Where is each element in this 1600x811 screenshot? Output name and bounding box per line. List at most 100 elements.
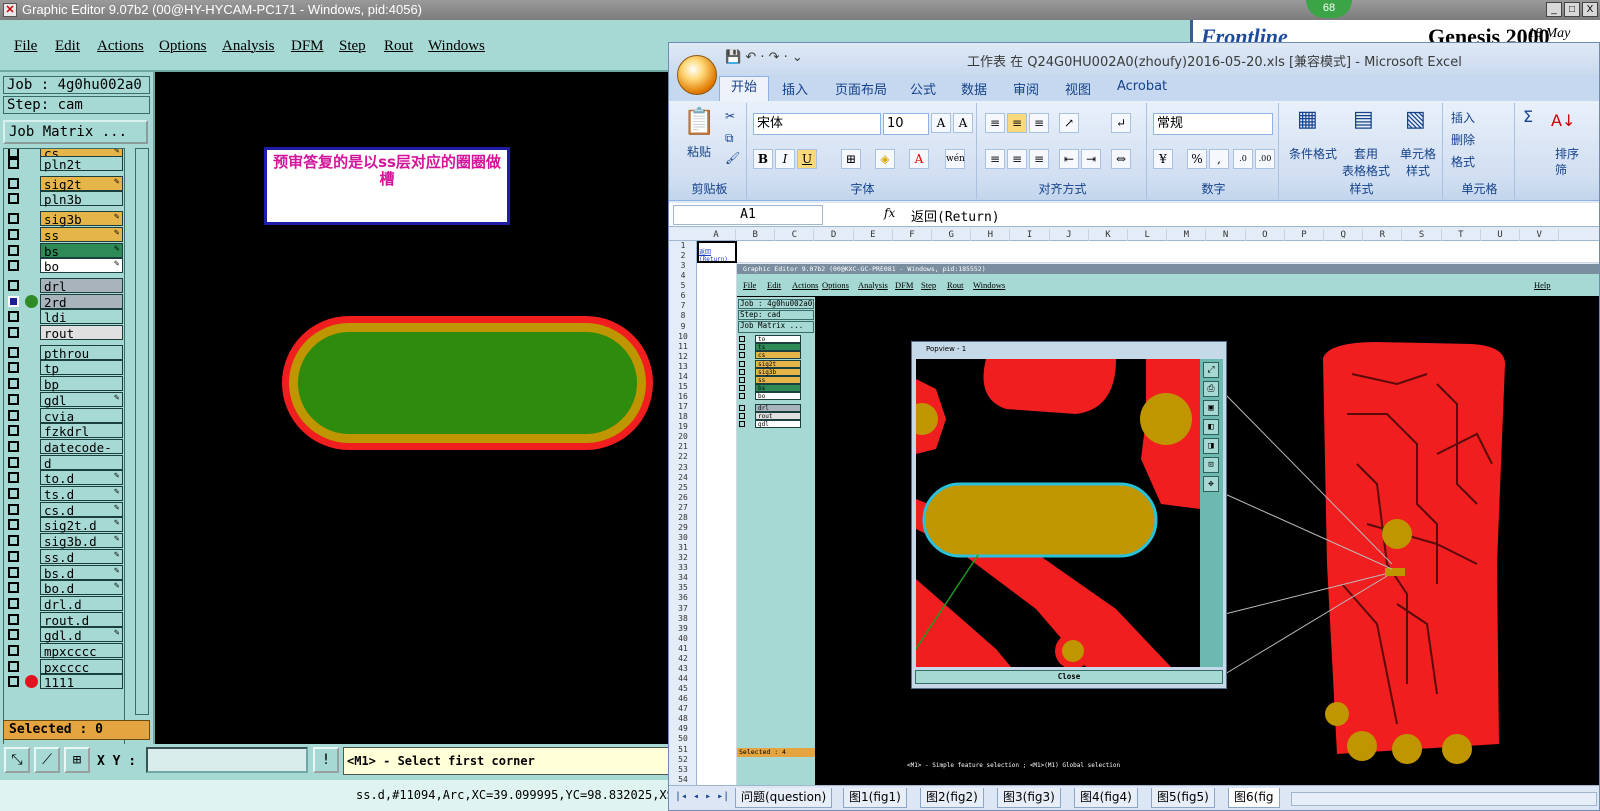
align-center-icon[interactable]: ≡ xyxy=(1007,149,1027,169)
table-format-button[interactable]: 套用 表格格式 xyxy=(1339,145,1393,179)
format-cells-button[interactable]: 格式 xyxy=(1451,153,1475,170)
layer-name[interactable]: datecode-to xyxy=(40,438,123,470)
sort-icon[interactable]: A↓ xyxy=(1551,111,1575,130)
layer-name[interactable]: sig2t xyxy=(40,175,123,192)
layer-checkbox[interactable] xyxy=(8,629,19,641)
layer-checkbox[interactable] xyxy=(8,346,19,358)
row-header[interactable]: 27 xyxy=(669,503,697,513)
sort-filter-button[interactable]: 排序 xyxy=(1555,145,1579,162)
layer-name[interactable]: bo xyxy=(40,258,123,274)
row-header[interactable]: 35 xyxy=(669,583,697,593)
layer-checkbox[interactable] xyxy=(8,645,19,656)
align-bottom-icon[interactable]: ≡ xyxy=(1029,113,1049,133)
cell-style-icon[interactable]: ▧ xyxy=(1405,107,1426,132)
layer-name[interactable]: rout xyxy=(40,325,123,341)
conditional-format-button[interactable]: 条件格式 xyxy=(1287,145,1339,162)
tab-formulas[interactable]: 公式 xyxy=(910,79,936,98)
column-header[interactable]: V xyxy=(1520,229,1560,241)
menu-actions[interactable]: Actions xyxy=(97,38,144,55)
office-button[interactable] xyxy=(677,55,717,95)
menu-file[interactable]: File xyxy=(14,38,37,55)
layer-name[interactable]: ts.d xyxy=(40,486,123,502)
layer-row[interactable]: cvia xyxy=(4,407,124,424)
autosum-icon[interactable]: Σ xyxy=(1523,107,1533,126)
cell-a1[interactable]: 返回(Return) xyxy=(697,241,737,263)
layer-name[interactable]: bs.d xyxy=(40,564,123,581)
row-header[interactable]: 32 xyxy=(669,553,697,563)
sheet-nav-icon[interactable]: |◂ ◂ ▸ ▸| xyxy=(675,791,729,802)
measure-icon[interactable]: ⟋ xyxy=(34,747,60,773)
column-header[interactable]: B xyxy=(736,229,776,241)
layer-row[interactable]: ss.d ✎ xyxy=(4,548,124,565)
layer-name[interactable]: ldi xyxy=(40,309,123,325)
cut-icon[interactable]: ✂ xyxy=(725,109,735,123)
layer-name[interactable]: pln2t xyxy=(40,156,123,172)
row-header[interactable]: 49 xyxy=(669,724,697,734)
tab-page-layout[interactable]: 页面布局 xyxy=(835,79,887,98)
layer-checkbox[interactable] xyxy=(8,519,19,531)
conditional-format-icon[interactable]: ▦ xyxy=(1297,107,1318,132)
tab-review[interactable]: 审阅 xyxy=(1013,79,1039,98)
layer-row[interactable]: sig3b ✎ xyxy=(4,211,124,227)
row-header[interactable]: 18 xyxy=(669,412,697,422)
row-header[interactable]: 48 xyxy=(669,714,697,724)
layer-name[interactable]: bs xyxy=(40,242,123,259)
layer-row[interactable]: fzkdrl xyxy=(4,423,124,439)
row-header[interactable]: 50 xyxy=(669,734,697,744)
quick-access-toolbar[interactable]: 💾 ↶ · ↷ · ⌄ xyxy=(725,50,803,65)
align-right-icon[interactable]: ≡ xyxy=(1029,149,1049,169)
row-header[interactable]: 10 xyxy=(669,332,697,342)
layer-row[interactable]: bs.d ✎ xyxy=(4,564,124,581)
close-button[interactable]: X xyxy=(1582,2,1598,17)
column-header[interactable]: N xyxy=(1207,229,1246,241)
layer-checkbox[interactable] xyxy=(8,295,19,307)
row-header[interactable]: 34 xyxy=(669,573,697,583)
name-box[interactable]: A1 xyxy=(673,205,823,225)
layer-row[interactable]: ss ✎ xyxy=(4,226,124,243)
column-header[interactable]: R xyxy=(1363,229,1403,241)
row-header[interactable]: 33 xyxy=(669,563,697,573)
column-header[interactable]: O xyxy=(1246,229,1285,241)
column-header[interactable]: E xyxy=(854,229,893,241)
row-header[interactable]: 23 xyxy=(669,463,697,473)
row-header[interactable]: 5 xyxy=(669,281,697,291)
row-header[interactable]: 43 xyxy=(669,664,697,674)
layer-checkbox[interactable] xyxy=(8,613,19,625)
row-header[interactable]: 17 xyxy=(669,402,697,412)
layer-name[interactable]: ss.d xyxy=(40,548,123,565)
layer-name[interactable]: sig3b.d xyxy=(40,533,123,549)
excel-window[interactable]: 💾 ↶ · ↷ · ⌄ 工作表 在 Q24G0HU002A0(zhoufy)20… xyxy=(668,42,1600,811)
column-header[interactable]: M xyxy=(1167,229,1207,241)
row-header[interactable]: 30 xyxy=(669,533,697,543)
underline-icon[interactable]: U xyxy=(797,149,817,169)
layer-row[interactable]: sig2t ✎ xyxy=(4,175,124,192)
layer-checkbox[interactable] xyxy=(8,597,19,609)
layer-checkbox[interactable] xyxy=(8,244,19,256)
row-header[interactable]: 40 xyxy=(669,634,697,644)
row-header[interactable]: 14 xyxy=(669,372,697,382)
fx-icon[interactable]: fx xyxy=(884,206,895,220)
layer-checkbox[interactable] xyxy=(8,582,19,594)
row-header[interactable]: 3 xyxy=(669,261,697,271)
column-header[interactable]: U xyxy=(1481,229,1520,241)
layer-name[interactable]: mpxcccc xyxy=(40,643,123,659)
layer-name[interactable]: sig3b xyxy=(40,211,123,227)
row-header[interactable]: 31 xyxy=(669,543,697,553)
font-color-icon[interactable]: A xyxy=(909,149,929,169)
row-header[interactable]: 45 xyxy=(669,684,697,694)
layer-row[interactable]: sig2t.d ✎ xyxy=(4,517,124,533)
layer-row[interactable]: pxcccc xyxy=(4,658,124,675)
layer-row[interactable]: cs.d ✎ xyxy=(4,501,124,518)
maximize-button[interactable]: □ xyxy=(1564,2,1580,17)
row-header[interactable]: 24 xyxy=(669,473,697,483)
column-header[interactable]: J xyxy=(1050,229,1089,241)
row-header[interactable]: 37 xyxy=(669,604,697,614)
row-header[interactable]: 36 xyxy=(669,593,697,603)
layer-checkbox[interactable] xyxy=(8,213,19,225)
number-format-select[interactable]: 常规 xyxy=(1153,113,1273,135)
row-header[interactable]: 11 xyxy=(669,342,697,352)
layer-checkbox[interactable] xyxy=(8,550,19,562)
decrease-decimal-icon[interactable]: .00 xyxy=(1255,149,1275,169)
formula-input[interactable]: 返回(Return) xyxy=(911,206,1000,225)
insert-cells-button[interactable]: 插入 xyxy=(1451,109,1475,126)
